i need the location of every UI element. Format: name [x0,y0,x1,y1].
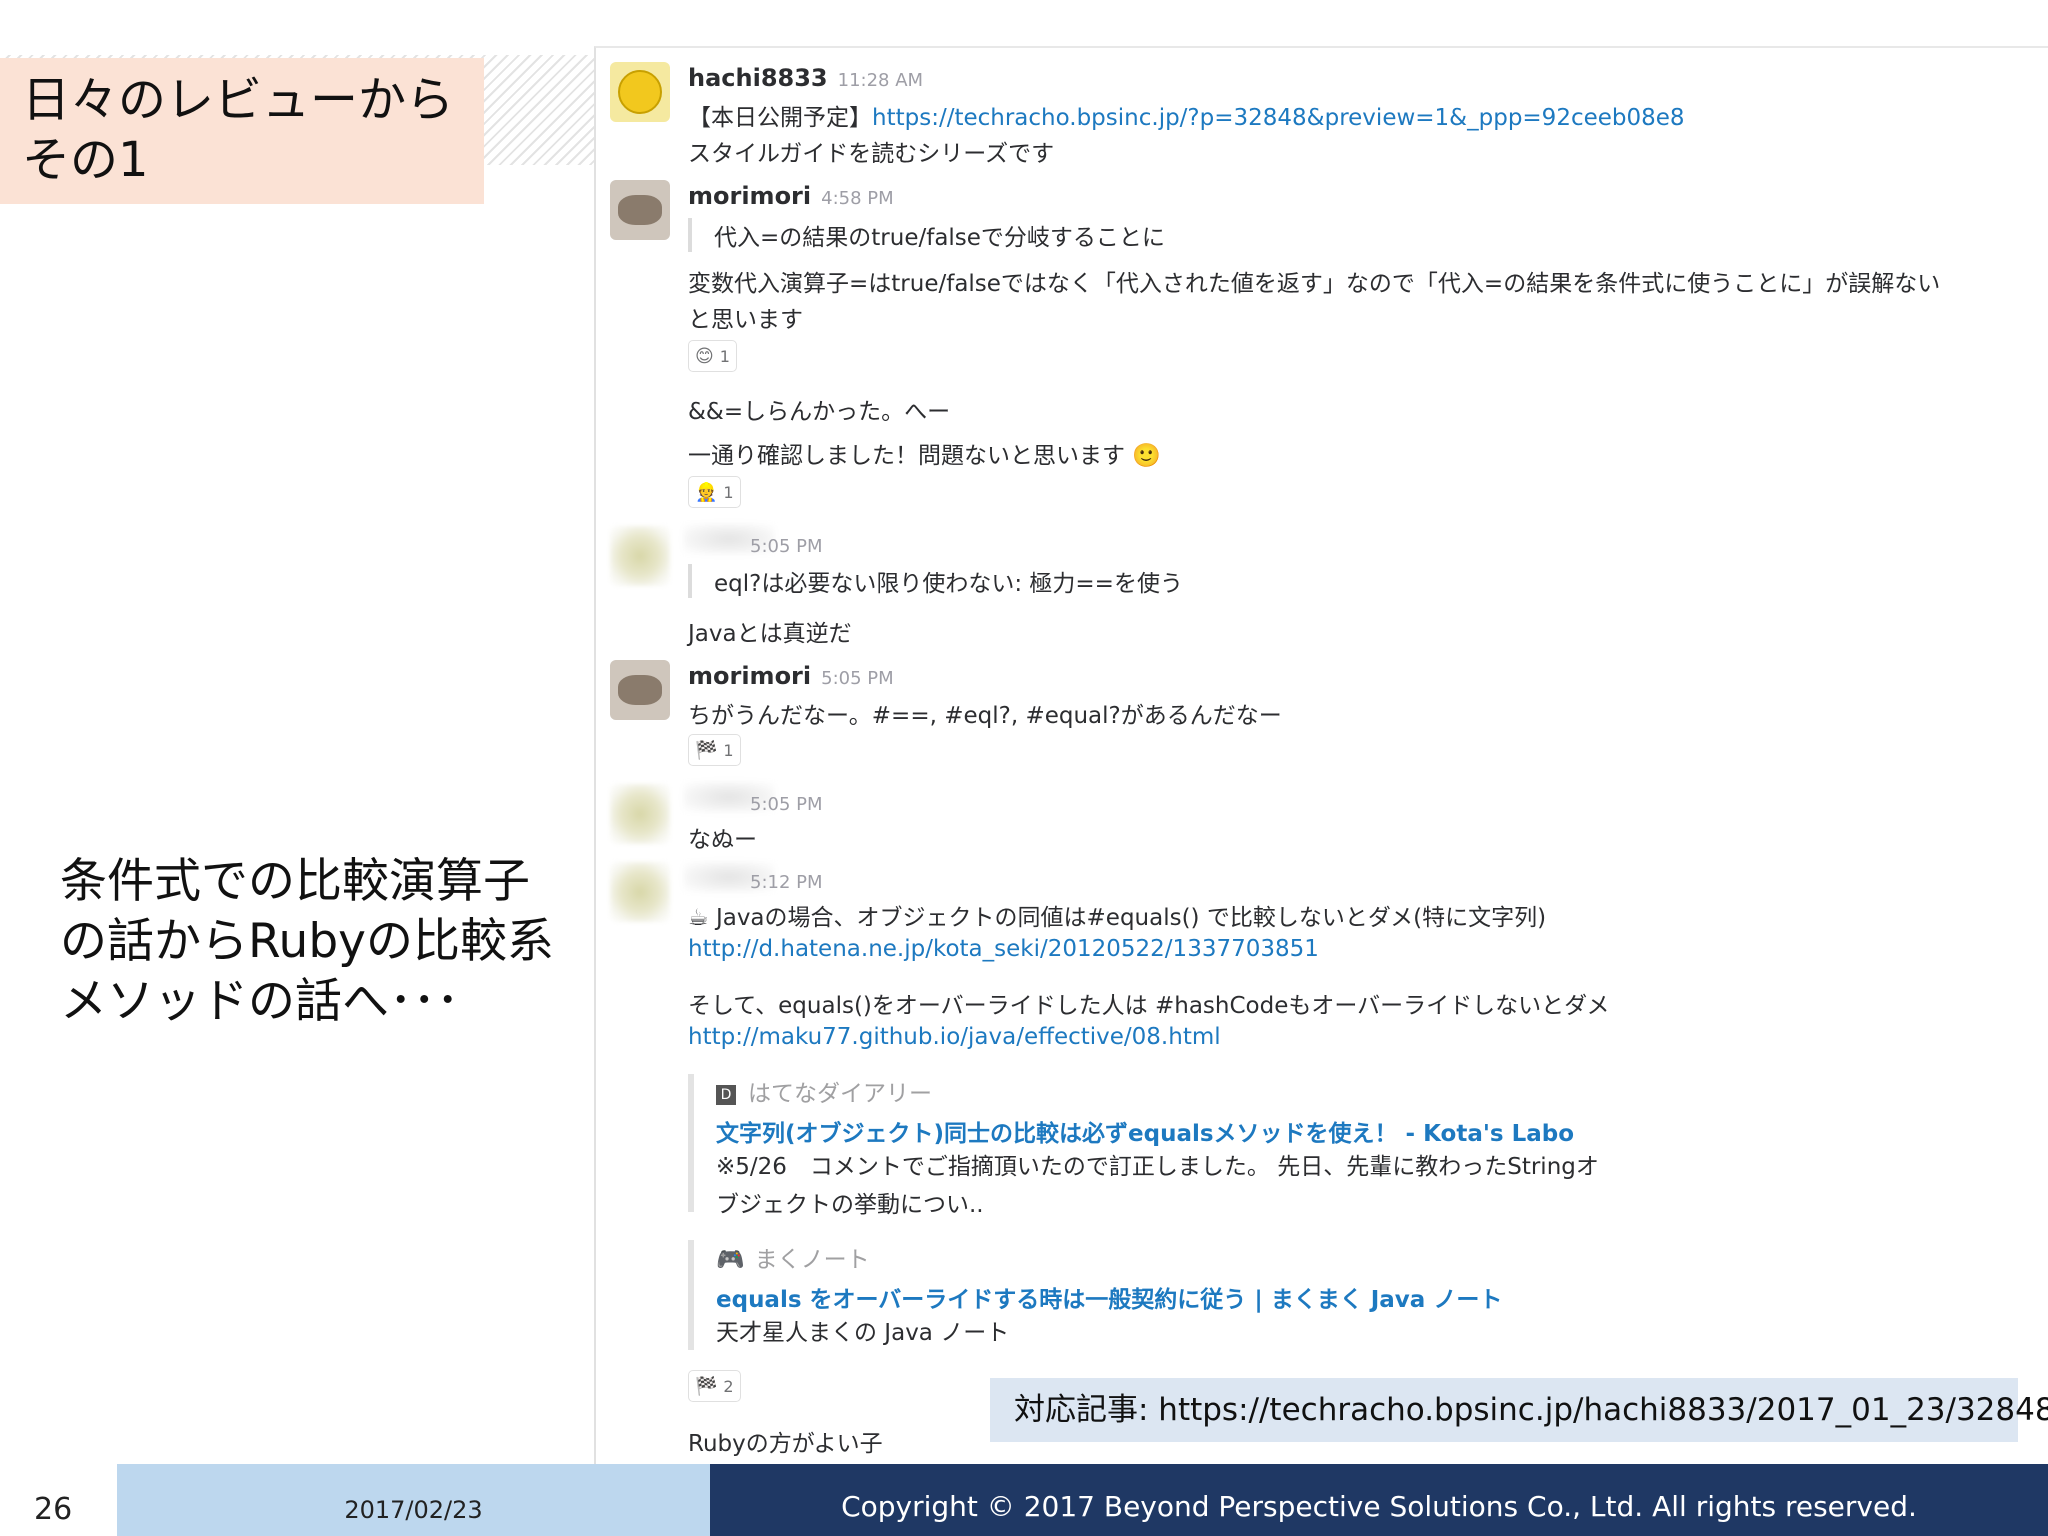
message-header: morimori 4:58 PM [688,182,894,210]
reaction-button[interactable]: 🏁 1 [688,734,741,766]
timestamp[interactable]: 5:12 PM [750,872,823,893]
smile-emoji-icon: 😊 [695,345,714,367]
checkered-flag-emoji-icon: 🏁 [695,1375,718,1397]
attachment-service: D はてなダイアリー [716,1074,1599,1108]
avatar-morimori[interactable] [610,180,670,240]
hatena-diary-icon: D [716,1085,736,1105]
footer-copyright: Copyright © 2017 Beyond Perspective Solu… [710,1464,2048,1536]
link-preview-maku: 🎮 まくノート equals をオーバーライドする時は一般契約に従う | まくまく… [688,1240,1502,1350]
attachment-description: ※5/26 コメントでご指摘頂いたので訂正しました。 先日、先輩に教わったStr… [716,1154,1599,1180]
message-prefix: 【本日公開予定】 [688,105,872,131]
maku-note-icon: 🎮 [716,1247,745,1273]
message-text: ちがうんだなー。#==, #eql?, #equal?があるんだなー [688,703,1282,729]
slide-note-line3: メソッドの話へ･･･ [60,974,460,1029]
message-text: 変数代入演算子=はtrue/falseではなく「代入された値を返す」なので「代入… [688,271,1941,297]
avatar-blurred[interactable] [610,862,670,922]
footer-date: 2017/02/23 [117,1464,710,1536]
message-header: hachi8833 11:28 AM [688,64,923,92]
avatar-hachi8833[interactable] [610,62,670,122]
message-header: morimori 5:05 PM [688,662,894,690]
slide-note: 条件式での比較演算子 の話からRubyの比較系 メソッドの話へ･･･ [60,852,600,1032]
avatar-blurred[interactable] [610,526,670,586]
avatar-image [618,195,662,225]
service-name: まくノート [754,1247,870,1273]
attachment-title-link[interactable]: equals をオーバーライドする時は一般契約に従う | まくまく Java ノ… [716,1280,1502,1314]
message-line: 【本日公開予定】https://techracho.bpsinc.jp/?p=3… [688,98,1685,132]
avatar-image [618,675,662,705]
reaction-count: 2 [723,1376,734,1396]
message-text: スタイルガイドを読むシリーズです [688,141,1055,167]
message-text: なぬー [688,827,757,853]
attachment-description: 天才星人まくの Java ノート [716,1320,1010,1346]
message-text: と思います [688,307,803,333]
timestamp[interactable]: 5:05 PM [750,536,823,557]
reference-article: 対応記事: https://techracho.bpsinc.jp/hachi8… [990,1378,2048,1442]
preview-link[interactable]: https://techracho.bpsinc.jp/?p=32848&pre… [872,105,1685,131]
slide-note-line2: の話からRubyの比較系 [60,914,554,969]
reaction-button[interactable]: 👷 1 [688,476,741,508]
slide-title: 日々のレビューから その1 [0,58,484,204]
quote-block: 代入=の結果のtrue/falseで分岐することに [688,218,1165,252]
message-text: そして、equals()をオーバーライドした人は #hashCodeもオーバーラ… [688,993,1610,1019]
timestamp[interactable]: 11:28 AM [838,70,923,91]
reaction-button[interactable]: 🏁 2 [688,1370,741,1402]
java-coffee-icon: ☕ [688,905,709,931]
timestamp[interactable]: 4:58 PM [821,188,894,209]
avatar-morimori[interactable] [610,660,670,720]
message-text: Javaとは真逆だ [688,621,852,647]
reaction-count: 1 [719,346,730,366]
username-morimori[interactable]: morimori [688,182,811,210]
message-text: &&=しらんかった。へー [688,399,951,425]
chick-icon [618,70,662,114]
username-morimori[interactable]: morimori [688,662,811,690]
slide-title-line1: 日々のレビューから [22,72,455,128]
slack-chat-screenshot: hachi8833 11:28 AM 【本日公開予定】https://techra… [594,46,2048,1468]
attachment-description: ブジェクトの挙動につい.. [716,1192,984,1218]
worker-emoji-icon: 👷 [695,481,718,503]
attachment-title-link[interactable]: 文字列(オブジェクト)同士の比較は必ずequalsメソッドを使え！ - Kota… [716,1114,1599,1148]
message-text: Javaの場合、オブジェクトの同値は#equals() で比較しないとダメ(特に… [715,905,1547,931]
timestamp[interactable]: 5:05 PM [750,794,823,815]
avatar-blurred[interactable] [610,784,670,844]
slide-title-line2: その1 [22,132,149,188]
timestamp[interactable]: 5:05 PM [821,668,894,689]
checkered-flag-emoji-icon: 🏁 [695,739,718,761]
reaction-count: 1 [723,482,734,502]
reaction-button[interactable]: 😊 1 [688,340,737,372]
slide-note-line1: 条件式での比較演算子 [60,854,530,909]
link-preview-hatena: D はてなダイアリー 文字列(オブジェクト)同士の比較は必ずequalsメソッドを… [688,1074,1599,1218]
message-line: ☕ Javaの場合、オブジェクトの同値は#equals() で比較しないとダメ(… [688,898,1546,932]
reaction-count: 1 [723,740,734,760]
message-line: 一通り確認しました！問題ないと思います 🙂 [688,436,1161,470]
hatena-link[interactable]: http://d.hatena.ne.jp/kota_seki/20120522… [688,936,1319,962]
quote-block: eql?は必要ない限り使わない: 極力==を使う [688,564,1183,598]
service-name: はてなダイアリー [748,1081,932,1107]
smile-emoji-icon: 🙂 [1132,443,1161,469]
page-number: 26 [34,1492,73,1527]
attachment-service: 🎮 まくノート [716,1240,1502,1274]
username-hachi8833[interactable]: hachi8833 [688,64,828,92]
message-text: 一通り確認しました！問題ないと思います [688,443,1125,469]
maku77-link[interactable]: http://maku77.github.io/java/effective/0… [688,1024,1221,1050]
message-text: Rubyの方がよい子 [688,1431,883,1457]
